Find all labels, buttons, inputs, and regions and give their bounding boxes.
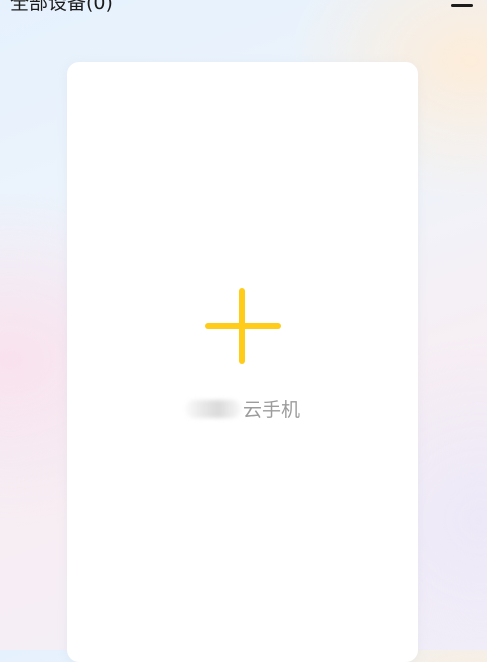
top-bar: 全部设备(0) <box>0 0 487 24</box>
menu-button[interactable] <box>451 0 475 14</box>
add-device-label-text: 云手机 <box>242 399 300 421</box>
redacted-text <box>184 399 241 418</box>
page-title: 全部设备(0) <box>10 0 113 14</box>
plus-icon <box>205 288 281 364</box>
add-device-button[interactable] <box>205 288 281 364</box>
menu-bar <box>451 4 473 7</box>
add-device-card[interactable]: 云手机 <box>67 62 418 662</box>
add-device-label: 云手机 <box>67 398 418 422</box>
